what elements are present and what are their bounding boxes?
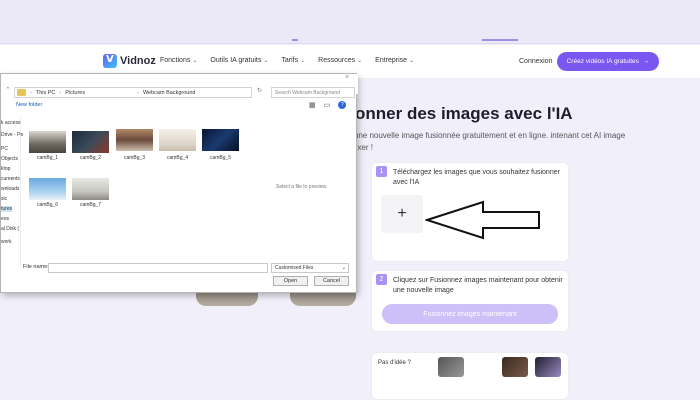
refresh-icon[interactable]: ↻ — [257, 87, 262, 94]
main-nav: Fonctions ⌄ Outils IA gratuits ⌄ Tarifs ⌄ R… — [160, 57, 414, 64]
close-icon[interactable]: × — [345, 74, 349, 81]
idea-label: Pas d'idée ? — [378, 360, 411, 366]
step-number: 1 — [376, 166, 387, 177]
file-thumbnail[interactable] — [72, 178, 109, 200]
view-mode-icon[interactable]: ▦ — [309, 101, 316, 109]
nav-pane-item[interactable]: Objects — [1, 156, 18, 162]
top-band — [0, 0, 700, 44]
file-name: camBg_2 — [79, 155, 102, 161]
step-text: Cliquez sur Fusionnez images maintenant … — [393, 277, 563, 294]
step-number: 2 — [376, 274, 387, 285]
file-type-value: Customised Files — [275, 265, 314, 271]
chevron-down-icon: ⌄ — [409, 58, 415, 64]
annotation-arrow-icon — [425, 200, 540, 240]
nav-item-entreprise[interactable]: Entreprise ⌄ — [375, 57, 414, 64]
nav-pane-item[interactable]: work — [1, 239, 12, 245]
cancel-button[interactable]: Cancel — [314, 276, 349, 286]
file-name-input[interactable] — [48, 263, 268, 273]
breadcrumb-item[interactable]: Pictures — [65, 90, 85, 96]
nav-item-tarifs[interactable]: Tarifs ⌄ — [281, 57, 305, 64]
chevron-down-icon: ⌄ — [357, 58, 363, 64]
up-arrow-icon[interactable]: ⌃ — [5, 86, 11, 94]
preview-message: Select a file to preview. — [276, 184, 328, 190]
create-video-button[interactable]: Créez vidéos IA gratuites → — [557, 52, 659, 71]
nav-pane-item[interactable]: wnloads — [1, 186, 19, 192]
step-text: Téléchargez les images que vous souhaite… — [393, 169, 560, 186]
dialog-search-input[interactable]: Search Webcam Background — [271, 87, 355, 98]
nav-pane-item[interactable]: eos — [1, 216, 9, 222]
file-name: camBg_5 — [209, 155, 232, 161]
nav-item-ressources[interactable]: Ressources ⌄ — [318, 57, 362, 64]
nav-pane-item[interactable]: ktop — [1, 166, 10, 172]
breadcrumb-item[interactable]: This PC — [36, 90, 56, 96]
breadcrumb-separator: › — [59, 89, 62, 96]
page-description: r une nouvelle image fusionnée gratuitem… — [349, 131, 626, 152]
file-thumbnail[interactable] — [202, 129, 239, 151]
file-thumbnail[interactable] — [29, 178, 66, 200]
dialog-address-row: ⌃ × › This PC › Pictures › Webcam Backgr… — [1, 74, 358, 98]
file-type-select[interactable]: Customised Files ⌄ — [271, 263, 349, 273]
view-controls: ▦ ▭ ? — [309, 101, 347, 109]
nav-pane-item[interactable]: k access — [1, 120, 20, 126]
nav-pane-item[interactable]: cuments — [1, 176, 20, 182]
help-icon[interactable]: ? — [338, 101, 347, 109]
plus-icon: + — [397, 205, 407, 222]
top-band-mark — [482, 39, 518, 41]
file-name: camBg_1 — [36, 155, 59, 161]
nav-pane-item[interactable]: Drive - Pe — [1, 132, 23, 138]
nav-label: Fonctions — [160, 57, 191, 64]
nav-pane-item[interactable]: PC — [1, 146, 8, 152]
arrow-right-icon: → — [642, 58, 650, 65]
chevron-down-icon: ⌄ — [341, 265, 346, 271]
breadcrumb-separator: › — [137, 89, 139, 96]
file-thumbnail[interactable] — [72, 131, 109, 153]
open-button[interactable]: Open — [273, 276, 308, 286]
breadcrumb-separator: › — [30, 89, 32, 96]
chevron-down-icon: ⌄ — [300, 58, 306, 64]
nav-item-outils[interactable]: Outils IA gratuits ⌄ — [210, 57, 268, 64]
nav-label: Tarifs — [281, 57, 299, 64]
cta-label: Créez vidéos IA gratuites — [566, 58, 639, 65]
file-open-dialog: ⌃ × › This PC › Pictures › Webcam Backgr… — [0, 73, 358, 293]
file-name: camBg_3 — [123, 155, 146, 161]
top-band-mark — [292, 39, 298, 41]
login-link[interactable]: Connexion — [519, 58, 552, 65]
sample-image[interactable] — [438, 357, 464, 377]
upload-image-button[interactable]: + — [381, 195, 423, 233]
address-bar[interactable]: › This PC › Pictures › Webcam Background — [14, 87, 252, 98]
logo-text: Vidnoz — [120, 55, 156, 67]
chevron-down-icon: ⌄ — [192, 58, 198, 64]
new-folder-button[interactable]: New folder — [16, 102, 42, 108]
file-name-label: File name: — [23, 264, 49, 270]
idea-card: Pas d'idée ? — [371, 352, 569, 400]
nav-label: Outils IA gratuits — [210, 57, 262, 64]
file-thumbnail[interactable] — [116, 129, 153, 151]
breadcrumb-item[interactable]: Webcam Background — [143, 90, 195, 96]
file-thumbnail[interactable] — [159, 129, 196, 151]
file-name: camBg_7 — [79, 202, 102, 208]
nav-item-fonctions[interactable]: Fonctions ⌄ — [160, 57, 197, 64]
file-name: camBg_6 — [36, 202, 59, 208]
nav-pane-item[interactable]: al Disk ( — [1, 226, 19, 232]
sample-image[interactable] — [535, 357, 561, 377]
preview-pane-icon[interactable]: ▭ — [324, 101, 331, 109]
site-logo[interactable]: Vidnoz — [103, 54, 156, 68]
nav-pane-item-selected[interactable]: tures — [1, 206, 13, 212]
sample-image[interactable] — [502, 357, 528, 377]
merge-images-button[interactable]: Fusionnez images maintenant — [382, 304, 558, 324]
file-name: camBg_4 — [166, 155, 189, 161]
chevron-down-icon: ⌄ — [263, 58, 269, 64]
file-thumbnail[interactable] — [29, 131, 66, 153]
vidnoz-logo-icon — [103, 54, 117, 68]
nav-label: Ressources — [318, 57, 356, 64]
dialog-toolbar: New folder ▦ ▭ ? — [1, 100, 358, 112]
folder-icon — [17, 89, 26, 96]
step-card-merge: 2 Cliquez sur Fusionnez images maintenan… — [371, 270, 569, 332]
navigation-pane: k access Drive - Pe PC Objects ktop cume… — [1, 116, 23, 266]
nav-label: Entreprise — [375, 57, 408, 64]
page-title: onner des images avec l'IA — [355, 104, 573, 123]
nav-pane-item[interactable]: sic — [1, 196, 7, 202]
